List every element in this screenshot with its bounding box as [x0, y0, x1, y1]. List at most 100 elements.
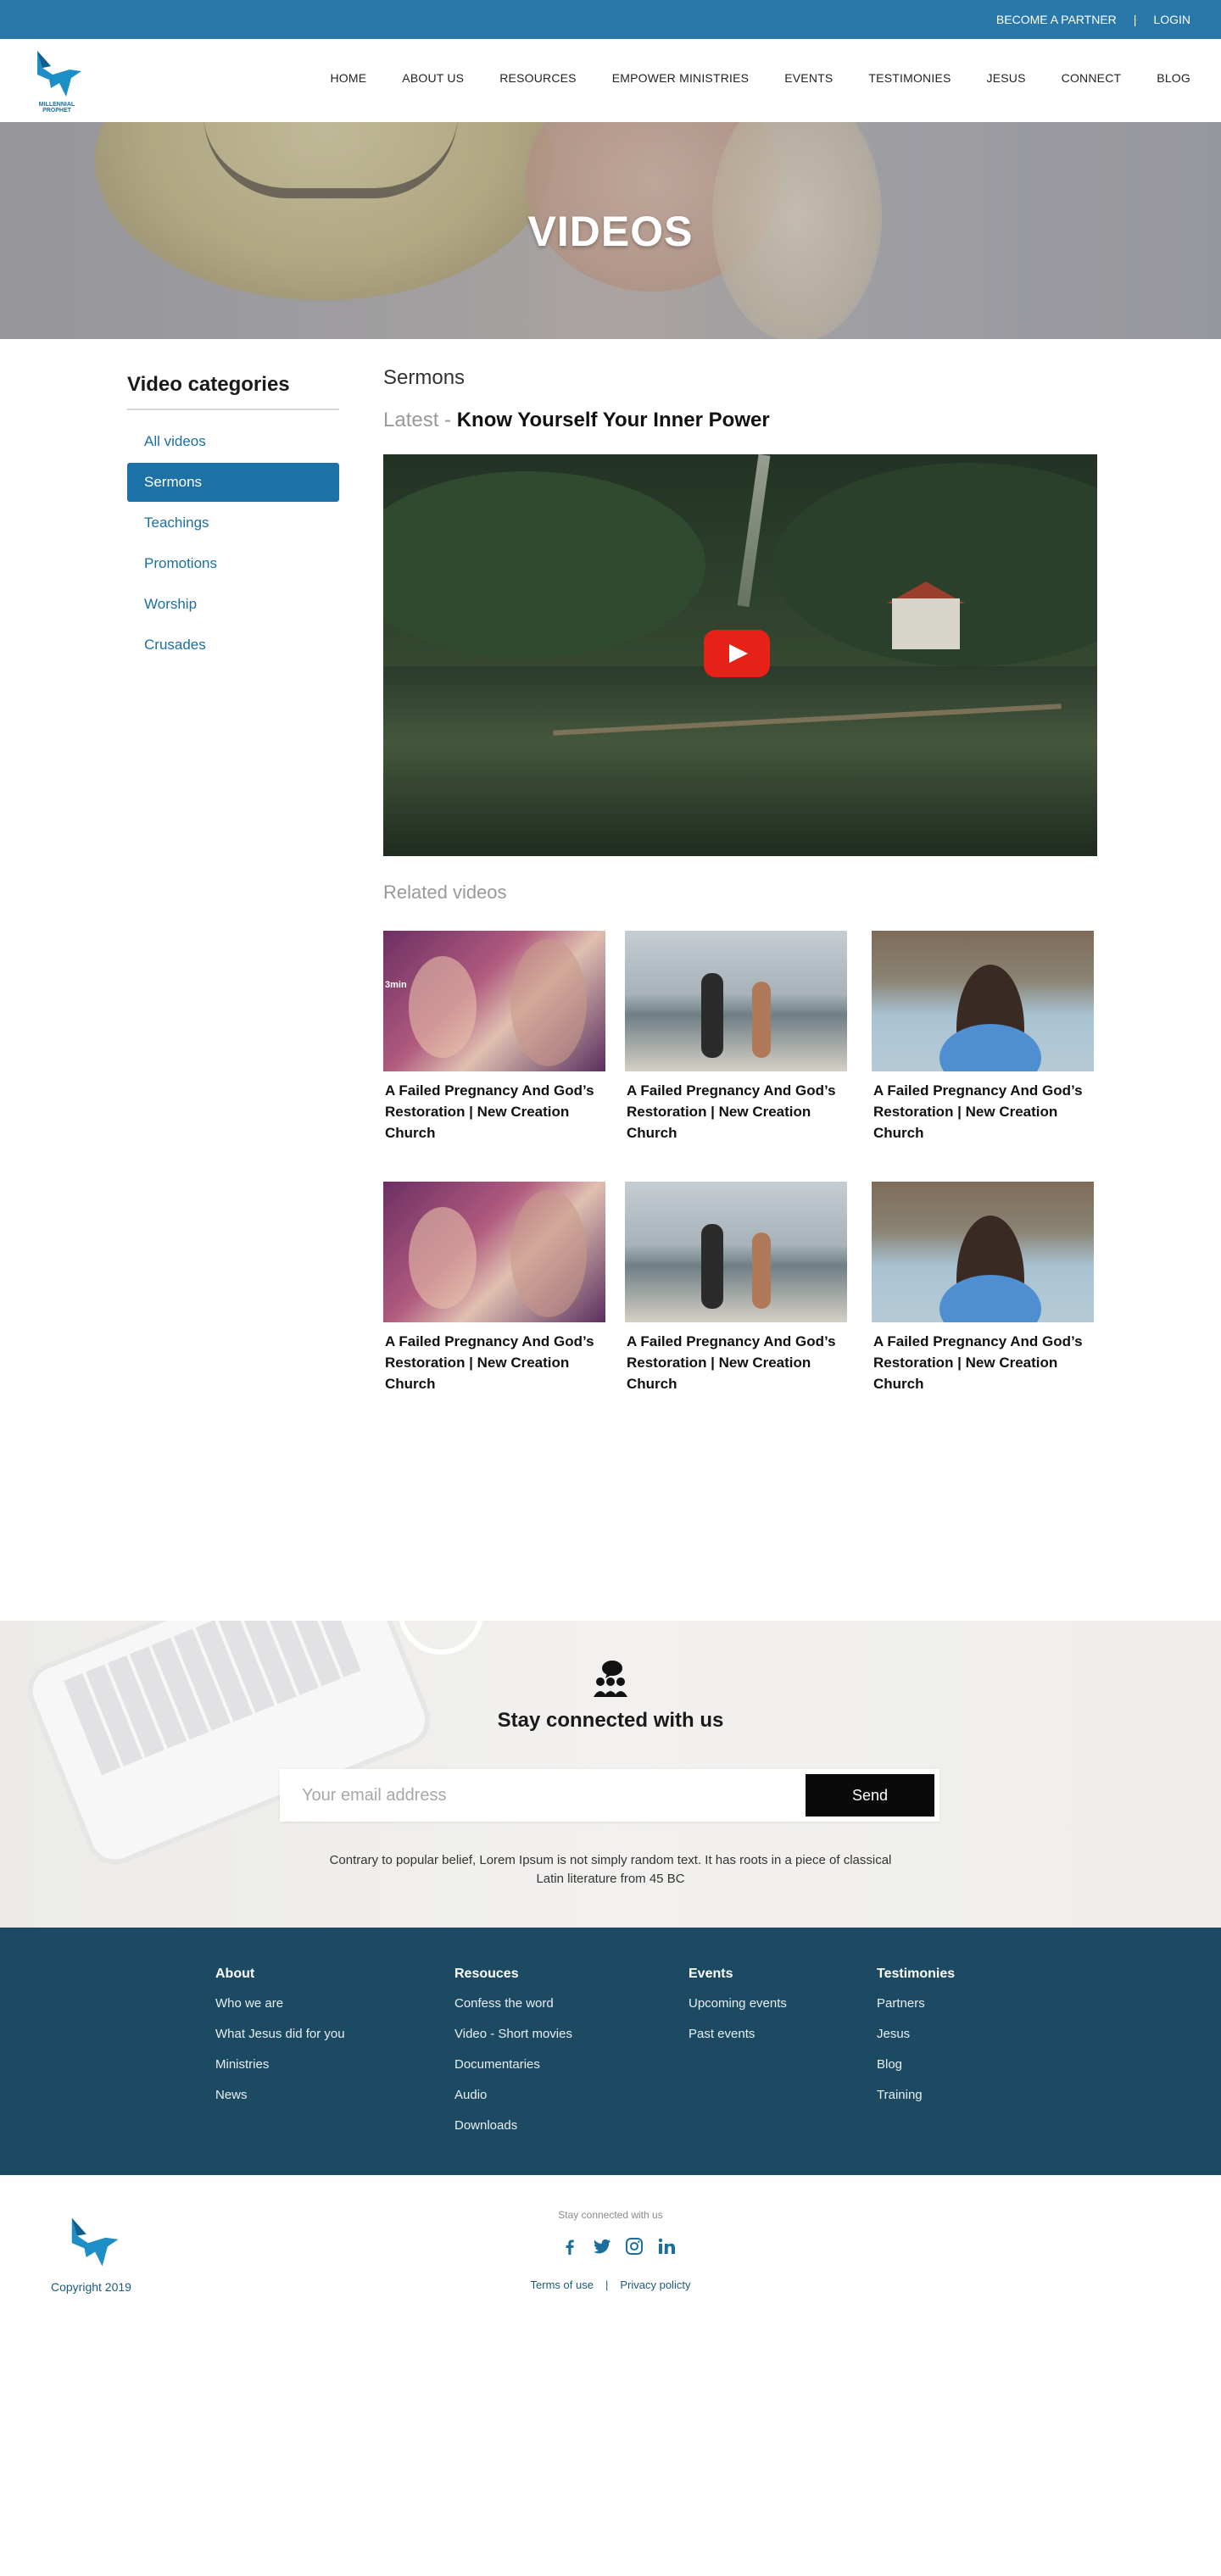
footer-link[interactable]: Audio	[454, 2087, 572, 2104]
bottom-bar: Copyright 2019 Stay connected with us Te…	[0, 2175, 1221, 2576]
newsletter-title: Stay connected with us	[497, 1709, 724, 1732]
social-links	[560, 2236, 689, 2256]
privacy-link[interactable]: Privacy policty	[620, 2278, 690, 2291]
sidebar-divider	[127, 409, 339, 410]
video-card[interactable]: A Failed Pregnancy And God’s Restoration…	[872, 1182, 1094, 1394]
site-logo[interactable]: MILLENNIAL PROPHET	[25, 46, 88, 114]
video-card[interactable]: A Failed Pregnancy And God’s Restoration…	[625, 1182, 847, 1394]
footer-link[interactable]: Documentaries	[454, 2056, 572, 2073]
send-button[interactable]: Send	[806, 1774, 934, 1817]
video-waterfall	[737, 454, 771, 608]
nav-events[interactable]: EVENTS	[784, 71, 833, 85]
subscribe-form: Send	[280, 1769, 939, 1822]
newsletter-description: Contrary to popular belief, Lorem Ipsum …	[329, 1853, 892, 1886]
thumb-figure	[752, 982, 771, 1058]
legal-separator: |	[605, 2278, 609, 2291]
video-thumbnail[interactable]	[872, 1182, 1094, 1322]
nav-about-us[interactable]: ABOUT US	[402, 71, 464, 85]
video-title[interactable]: A Failed Pregnancy And God’s Restoration…	[383, 1080, 605, 1143]
thumb-figure	[701, 973, 723, 1058]
twitter-icon[interactable]	[592, 2236, 612, 2256]
footer-link[interactable]: News	[215, 2087, 345, 2104]
terms-link[interactable]: Terms of use	[531, 2278, 594, 2291]
hero-title: VIDEOS	[527, 208, 694, 255]
instagram-icon[interactable]	[624, 2236, 644, 2256]
video-categories-sidebar: Video categories All videos Sermons Teac…	[127, 373, 339, 666]
footer-link[interactable]: Past events	[689, 2026, 787, 2043]
nav-testimonies[interactable]: TESTIMONIES	[868, 71, 951, 85]
thumb-figure	[510, 939, 587, 1066]
hero-banner: VIDEOS	[0, 122, 1221, 339]
footer-link[interactable]: Confess the word	[454, 1995, 572, 2012]
footer-heading: About	[215, 1967, 255, 1981]
video-thumbnail[interactable]: 3min	[383, 931, 605, 1071]
video-title[interactable]: A Failed Pregnancy And God’s Restoration…	[625, 1331, 847, 1394]
video-thumbnail[interactable]	[625, 1182, 847, 1322]
video-card[interactable]: A Failed Pregnancy And God’s Restoration…	[872, 931, 1094, 1143]
thumb-figure	[409, 1207, 477, 1309]
footer: About Who we are What Jesus did for you …	[0, 1928, 1221, 2175]
login-link[interactable]: LOGIN	[1153, 13, 1190, 26]
category-worship[interactable]: Worship	[127, 585, 339, 624]
nav-connect[interactable]: CONNECT	[1062, 71, 1122, 85]
video-title[interactable]: A Failed Pregnancy And God’s Restoration…	[383, 1331, 605, 1394]
latest-prefix: Latest -	[383, 409, 457, 431]
category-all-videos[interactable]: All videos	[127, 422, 339, 461]
latest-title: Know Yourself Your Inner Power	[456, 409, 770, 431]
play-icon[interactable]	[704, 630, 770, 677]
video-card[interactable]: A Failed Pregnancy And God’s Restoration…	[625, 931, 847, 1143]
video-thumbnail[interactable]	[383, 1182, 605, 1322]
email-input[interactable]	[302, 1781, 777, 1810]
video-card[interactable]: A Failed Pregnancy And God’s Restoration…	[383, 1182, 605, 1394]
category-promotions[interactable]: Promotions	[127, 544, 339, 583]
logo-text: MILLENNIAL PROPHET	[38, 102, 75, 114]
footer-link[interactable]: Ministries	[215, 2056, 345, 2073]
video-thumbnail[interactable]	[872, 931, 1094, 1071]
dove-logo-icon	[37, 51, 81, 97]
background-laptop-image	[25, 1621, 432, 1867]
latest-heading: Latest - Know Yourself Your Inner Power	[383, 409, 1097, 432]
stay-connected-small: Stay connected with us	[558, 2209, 663, 2221]
featured-video-player[interactable]	[383, 454, 1097, 856]
footer-column-resources: Resouces Confess the word Video - Short …	[454, 1967, 572, 2148]
footer-link[interactable]: Who we are	[215, 1995, 345, 2012]
footer-column-testimonies: Testimonies Partners Jesus Blog Training	[877, 1967, 955, 2117]
footer-link[interactable]: Downloads	[454, 2117, 572, 2134]
nav-blog[interactable]: BLOG	[1157, 71, 1190, 85]
thumb-figure	[939, 1275, 1041, 1322]
main-content: Sermons Latest - Know Yourself Your Inne…	[383, 366, 1097, 1392]
thumb-figure	[409, 956, 477, 1058]
video-title[interactable]: A Failed Pregnancy And God’s Restoration…	[872, 1080, 1094, 1143]
facebook-icon[interactable]	[560, 2236, 580, 2256]
video-lake	[383, 666, 1097, 856]
related-videos-title: Related videos	[383, 882, 507, 903]
footer-link[interactable]: Blog	[877, 2056, 955, 2073]
footer-link[interactable]: Video - Short movies	[454, 2026, 572, 2043]
top-links: BECOME A PARTNER | LOGIN	[996, 13, 1190, 26]
linkedin-icon[interactable]	[656, 2236, 677, 2256]
thumb-figure	[701, 1224, 723, 1309]
category-crusades[interactable]: Crusades	[127, 626, 339, 665]
nav-jesus[interactable]: JESUS	[987, 71, 1026, 85]
category-teachings[interactable]: Teachings	[127, 504, 339, 542]
video-duration: 3min	[385, 980, 407, 990]
video-thumbnail[interactable]	[625, 931, 847, 1071]
video-house	[892, 598, 960, 649]
nav-home[interactable]: HOME	[330, 71, 366, 85]
become-partner-link[interactable]: BECOME A PARTNER	[996, 13, 1117, 26]
footer-link[interactable]: Jesus	[877, 2026, 955, 2043]
footer-column-about: About Who we are What Jesus did for you …	[215, 1967, 345, 2117]
nav-resources[interactable]: RESOURCES	[499, 71, 576, 85]
footer-link[interactable]: What Jesus did for you	[215, 2026, 345, 2043]
footer-link[interactable]: Training	[877, 2087, 955, 2104]
footer-link[interactable]: Partners	[877, 1995, 955, 2012]
video-title[interactable]: A Failed Pregnancy And God’s Restoration…	[625, 1080, 847, 1143]
sidebar-title: Video categories	[127, 373, 290, 396]
video-title[interactable]: A Failed Pregnancy And God’s Restoration…	[872, 1331, 1094, 1394]
nav-empower-ministries[interactable]: EMPOWER MINISTRIES	[612, 71, 750, 85]
category-sermons[interactable]: Sermons	[127, 463, 339, 502]
video-card[interactable]: 3min A Failed Pregnancy And God’s Restor…	[383, 931, 605, 1143]
footer-heading: Events	[689, 1967, 733, 1981]
footer-link[interactable]: Upcoming events	[689, 1995, 787, 2012]
footer-heading: Testimonies	[877, 1967, 956, 1981]
